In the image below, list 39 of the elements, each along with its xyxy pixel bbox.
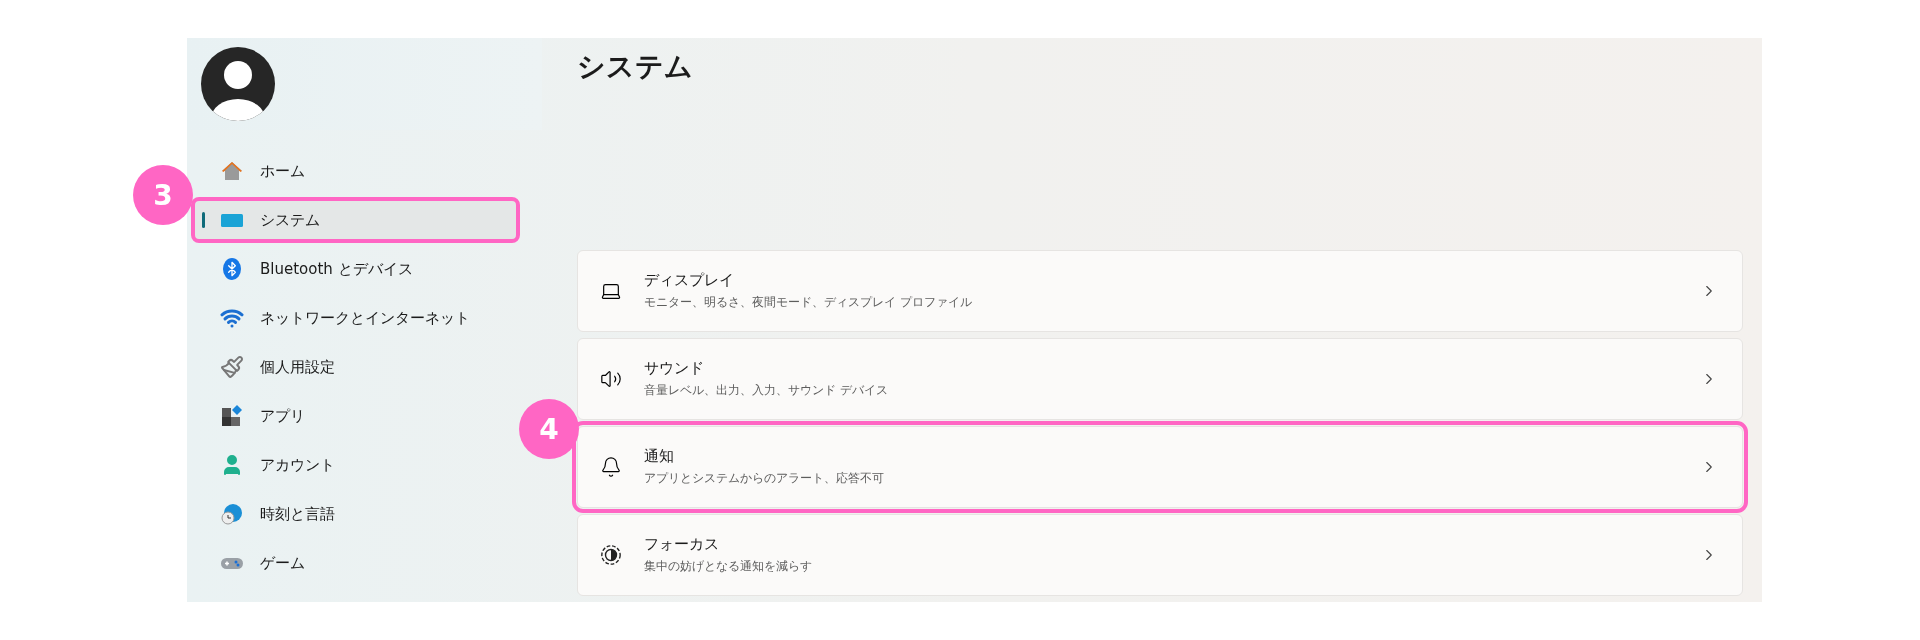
settings-card[interactable]: ディスプレイ モニター、明るさ、夜間モード、ディスプレイ プロファイル <box>577 250 1743 332</box>
card-title: 通知 <box>644 447 675 466</box>
nav-item[interactable]: システム <box>194 200 517 240</box>
card-title: フォーカス <box>644 535 720 554</box>
card-description: モニター、明るさ、夜間モード、ディスプレイ プロファイル <box>644 294 973 311</box>
nav-label: 時刻と言語 <box>260 504 335 524</box>
step-badge: 3 <box>133 165 193 225</box>
focus-icon <box>600 544 622 566</box>
nav-label: アカウント <box>260 455 335 475</box>
page-title: システム <box>577 49 694 85</box>
nav-item[interactable]: アカウント <box>194 445 517 485</box>
nav-label: システム <box>260 210 320 230</box>
home-icon <box>220 159 244 183</box>
nav-item[interactable]: 個人用設定 <box>194 347 517 387</box>
settings-card[interactable]: サウンド 音量レベル、出力、入力、サウンド デバイス <box>577 338 1743 420</box>
card-description: 集中の妨げとなる通知を減らす <box>644 558 813 575</box>
apps-icon <box>220 404 244 428</box>
speaker-icon <box>600 368 622 390</box>
nav-label: ネットワークとインターネット <box>260 308 470 328</box>
nav-label: ゲーム <box>260 553 305 573</box>
globe-clock-icon <box>220 502 244 526</box>
bell-icon <box>600 456 622 478</box>
nav-item[interactable]: 時刻と言語 <box>194 494 517 534</box>
nav-label: ホーム <box>260 161 305 181</box>
nav-label: アプリ <box>260 406 305 426</box>
nav-item[interactable]: ネットワークとインターネット <box>194 298 517 338</box>
nav-item[interactable]: ゲーム <box>194 543 517 583</box>
nav-label: Bluetooth とデバイス <box>260 259 413 279</box>
settings-card[interactable]: フォーカス 集中の妨げとなる通知を減らす <box>577 514 1743 596</box>
card-title: サウンド <box>644 359 705 378</box>
card-description: アプリとシステムからのアラート、応答不可 <box>644 470 885 487</box>
nav-label: 個人用設定 <box>260 357 335 377</box>
selection-indicator <box>202 212 205 228</box>
step-badge: 4 <box>519 399 579 459</box>
nav-item[interactable]: ホーム <box>194 151 517 191</box>
card-title: ディスプレイ <box>644 271 735 290</box>
nav-item[interactable]: アプリ <box>194 396 517 436</box>
brush-icon <box>220 355 244 379</box>
card-description: 音量レベル、出力、入力、サウンド デバイス <box>644 382 889 399</box>
